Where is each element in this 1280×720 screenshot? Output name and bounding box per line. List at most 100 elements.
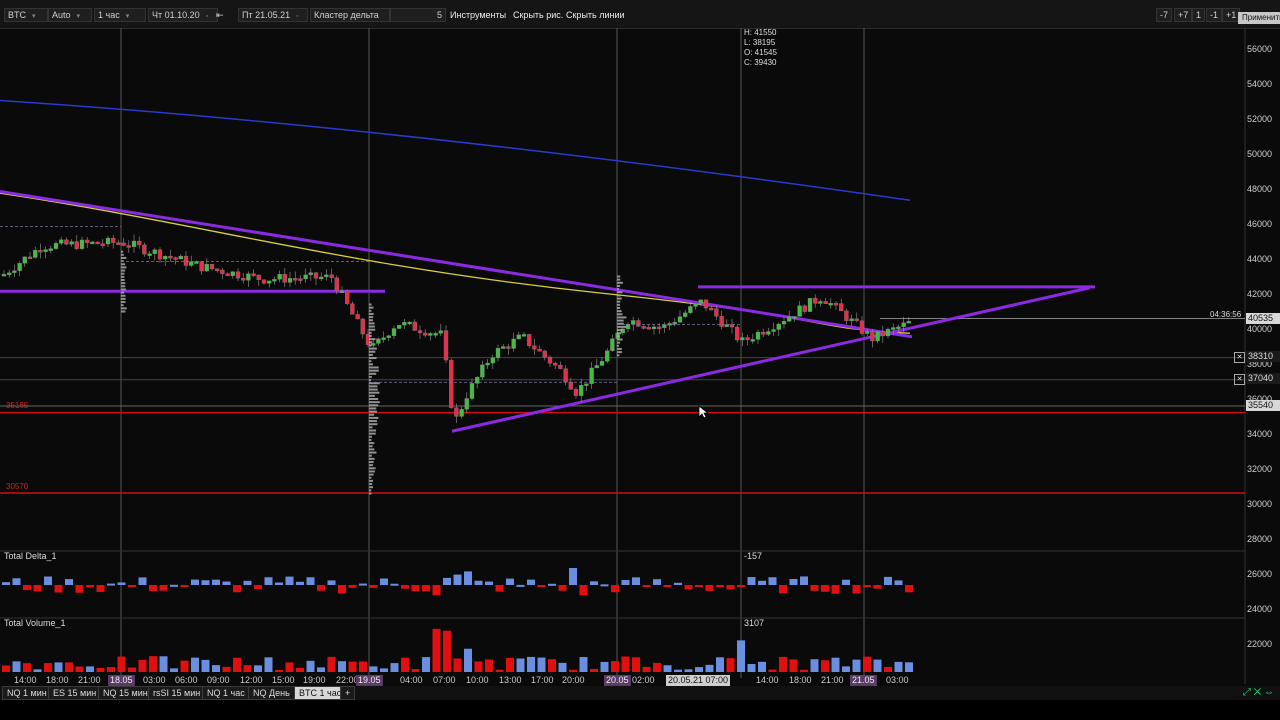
price-axis-label: 28000 — [1246, 534, 1272, 544]
candle-body — [859, 320, 865, 334]
hide-drawings-button[interactable]: Скрыть рис. — [513, 9, 563, 21]
cluster-value-field[interactable]: 5 — [390, 8, 446, 22]
candle-body — [324, 274, 329, 278]
workspace-tab[interactable]: NQ 15 мин — [98, 686, 153, 700]
instruments-button[interactable]: Инструменты — [450, 9, 506, 21]
workspace-tab[interactable]: NQ 1 час — [202, 686, 250, 700]
volume-profile-bar — [369, 407, 377, 410]
volume-bar — [810, 659, 819, 672]
volume-bar — [705, 664, 714, 672]
fullscreen-icon[interactable]: ⤢ — [1243, 687, 1251, 698]
volume-profile-bar — [369, 350, 376, 353]
candle-body — [558, 364, 563, 369]
candle-body — [121, 242, 126, 246]
volume-profile-bar — [369, 357, 377, 360]
delta-bar — [642, 585, 651, 587]
candle-body — [246, 273, 251, 281]
apply-button[interactable]: Применить — [1238, 12, 1280, 24]
volume-profile-bar — [369, 429, 376, 432]
volume-profile-bar — [121, 269, 126, 272]
volume-bar — [54, 662, 63, 672]
volume-profile-bar — [369, 328, 376, 331]
hide-lines-button[interactable]: Скрыть линии — [566, 9, 625, 21]
workspace-tab[interactable]: BTC 1 час — [294, 686, 347, 700]
calendar-icon: ▫ — [205, 13, 209, 20]
volume-bar — [852, 659, 861, 672]
time-axis-label: 21:00 — [78, 675, 101, 685]
chevron-down-icon: ▾ — [125, 13, 130, 20]
candle-body — [771, 329, 776, 332]
close-icon[interactable]: ✕ — [1234, 374, 1245, 385]
price-tag-level-2: 37040 — [1246, 373, 1280, 384]
volume-bar — [107, 667, 115, 672]
date-nav-arrows[interactable]: ⇤ — [216, 9, 224, 21]
volume-profile-bar — [369, 423, 378, 426]
candle-body — [319, 276, 324, 280]
candle-body — [105, 237, 111, 245]
level-label-2: 30570 — [6, 482, 29, 491]
volume-indicator-value: 3107 — [744, 618, 765, 628]
delta-bar — [548, 583, 556, 586]
workspace-tab[interactable]: NQ 1 мин — [2, 686, 52, 700]
volume-profile-bar — [121, 266, 127, 269]
timeframe-select[interactable]: 1 час ▾ — [94, 8, 146, 22]
step-minus1-button[interactable]: -1 — [1206, 8, 1223, 22]
zoom-plus7-button[interactable]: +7 — [1174, 8, 1193, 22]
delta-bar — [338, 585, 346, 594]
candle-body — [53, 243, 59, 249]
candle-body — [646, 326, 651, 330]
time-axis-label: 06:00 — [175, 675, 198, 685]
add-tab-button[interactable]: + — [340, 686, 356, 700]
volume-bar — [569, 669, 577, 672]
volume-profile-bar — [617, 284, 621, 287]
date-from-field[interactable]: Чт 01.10.20 ▫ — [148, 8, 218, 22]
workspace-tab[interactable]: NQ День — [248, 686, 295, 700]
volume-bar — [212, 665, 220, 672]
volume-bar — [632, 657, 640, 672]
price-chart-canvas[interactable] — [0, 28, 1280, 684]
candle-body — [43, 249, 48, 252]
chart-area[interactable] — [0, 28, 1280, 684]
window-controls[interactable]: ⤢ ✕ ⇔ — [1243, 687, 1274, 698]
chart-mode-select[interactable]: Кластер дельта — [310, 8, 390, 22]
volume-profile-bar — [617, 344, 620, 347]
timeframe-value: 1 час — [98, 10, 120, 20]
candle-body — [532, 345, 537, 350]
volume-profile-bar — [369, 360, 372, 363]
volume-bar — [359, 661, 367, 672]
candle-body — [880, 331, 885, 337]
delta-bar — [768, 577, 777, 585]
candle-body — [339, 290, 345, 293]
scale-select[interactable]: Auto ▾ — [48, 8, 92, 22]
candle-body — [865, 331, 870, 334]
delta-bar — [821, 585, 829, 592]
candle-body — [766, 331, 771, 335]
zoom-minus7-button[interactable]: -7 — [1156, 8, 1173, 22]
volume-profile-bar — [617, 341, 621, 344]
volume-indicator-label: Total Volume_1 — [4, 618, 66, 628]
volume-bar — [285, 662, 294, 672]
volume-bar — [506, 657, 514, 672]
close-icon[interactable]: ✕ — [1254, 687, 1262, 698]
candle-body — [261, 279, 267, 284]
candle-body — [17, 263, 22, 271]
volume-profile-bar — [369, 391, 380, 394]
candle-body — [579, 385, 584, 396]
delta-bar — [527, 579, 535, 585]
close-icon[interactable]: ✕ — [1234, 352, 1245, 363]
time-axis-label: 04:00 — [400, 675, 423, 685]
instrument-select[interactable]: BTC ▾ — [4, 8, 48, 22]
time-axis-label: 18.05 — [108, 675, 135, 686]
delta-bar — [537, 585, 546, 587]
delta-bar — [233, 585, 241, 593]
volume-profile-bar — [369, 353, 373, 356]
volume-bar — [317, 667, 325, 672]
workspace-tab[interactable]: ES 15 мин — [48, 686, 102, 700]
delta-bar — [905, 585, 913, 593]
volume-profile-bar — [617, 278, 621, 281]
date-to-field[interactable]: Пт 21.05.21 ▫ — [238, 8, 308, 22]
expand-icon[interactable]: ⇔ — [1264, 687, 1274, 698]
workspace-tab[interactable]: rsSI 15 мин — [148, 686, 206, 700]
volume-bar — [296, 667, 304, 672]
step-1-button[interactable]: 1 — [1192, 8, 1206, 22]
